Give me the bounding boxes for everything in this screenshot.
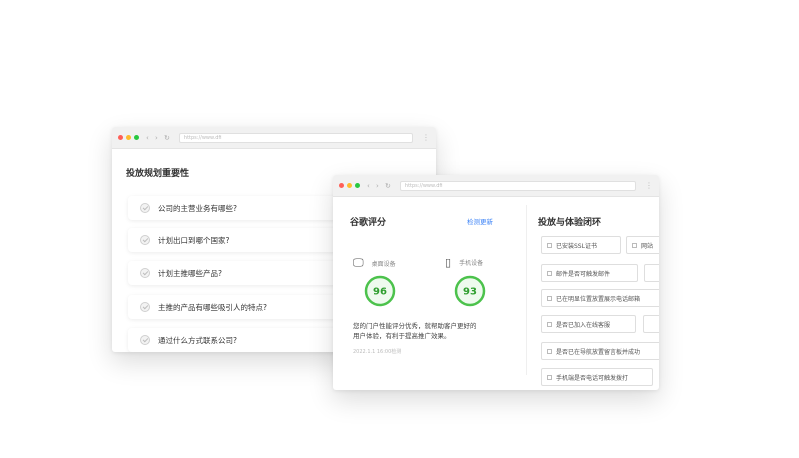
question-label: 主推的产品有哪些吸引人的特点?	[158, 302, 267, 312]
checklist-item[interactable]: 是否已加入在线客服	[541, 315, 636, 333]
mobile-icon: ▯	[445, 256, 452, 269]
question-label: 公司的主营业务有哪些?	[158, 203, 237, 213]
checklist-label: 邮件是否可触发邮件	[556, 270, 611, 278]
question-label: 计划出口到哪个国家?	[158, 235, 230, 245]
checklist-item-partial[interactable]	[644, 264, 659, 282]
check-circle-icon	[140, 335, 150, 345]
close-dot-icon[interactable]	[118, 135, 123, 140]
mobile-label: 手机设备	[459, 260, 484, 267]
nav-arrows-icon[interactable]: ‹ › ↻	[367, 182, 393, 190]
desktop-label: 桌面设备	[371, 260, 396, 268]
checkbox-icon[interactable]	[547, 270, 552, 276]
nav-arrows-icon[interactable]: ‹ › ↻	[146, 134, 172, 142]
desktop-icon: 🖵	[353, 256, 364, 269]
maximize-dot-icon[interactable]	[355, 183, 360, 188]
planning-title: 投放规划重要性	[126, 169, 190, 179]
desktop-score-gauge: 96	[364, 275, 396, 307]
checklist-item[interactable]: 网站	[626, 236, 659, 254]
mobile-device: ▯ 手机设备	[445, 256, 483, 269]
check-circle-icon	[140, 203, 150, 213]
checklist-item[interactable]: 邮件是否可触发邮件	[541, 264, 638, 282]
maximize-dot-icon[interactable]	[134, 135, 139, 140]
address-bar[interactable]: https://www.dfi	[399, 180, 636, 191]
check-circle-icon	[140, 302, 150, 312]
desktop-device: 🖵 桌面设备	[353, 256, 396, 270]
browser-window-score: ‹ › ↻ https://www.dfi ⋮ 谷歌评分 检测更新 🖵 桌面设备…	[333, 175, 659, 390]
minimize-dot-icon[interactable]	[347, 183, 352, 188]
checklist-label: 是否已在导航放置留言板并成功	[556, 348, 641, 356]
checklist-item[interactable]: 是否已在导航放置留言板并成功	[541, 342, 659, 360]
google-score-title: 谷歌评分	[350, 218, 387, 228]
checklist-label: 已安装SSL证书	[556, 242, 597, 250]
question-label: 计划主推哪些产品?	[158, 268, 222, 278]
checklist-item[interactable]: 已在明显位置放置展示电话邮箱	[541, 289, 659, 307]
minimize-dot-icon[interactable]	[126, 135, 131, 140]
browser-toolbar: ‹ › ↻ https://www.dfi ⋮	[112, 127, 436, 149]
mobile-score-gauge: 93	[454, 275, 486, 307]
column-divider	[526, 205, 527, 375]
question-label: 通过什么方式联系公司?	[158, 335, 237, 345]
menu-icon[interactable]: ⋮	[422, 133, 430, 142]
close-dot-icon[interactable]	[339, 183, 344, 188]
checkbox-icon[interactable]	[547, 295, 552, 301]
description-line: 用户体验，有利于提高推广效果。	[353, 332, 451, 340]
closed-loop-title: 投放与体验闭环	[538, 218, 602, 228]
checklist-label: 网站	[641, 242, 654, 250]
check-circle-icon	[140, 268, 150, 278]
menu-icon[interactable]: ⋮	[645, 181, 653, 190]
mobile-score-value: 93	[463, 287, 477, 298]
checklist-item-partial[interactable]	[643, 315, 659, 333]
checklist-label: 手机端是否电话可触发拨打	[556, 374, 629, 382]
checkbox-icon[interactable]	[632, 242, 637, 248]
browser-toolbar: ‹ › ↻ https://www.dfi ⋮	[333, 175, 659, 197]
address-bar[interactable]: https://www.dfi	[178, 132, 413, 143]
description-line: 您的门户性能评分优秀，就帮助客户更好的	[353, 322, 477, 330]
check-circle-icon	[140, 235, 150, 245]
checklist-item[interactable]: 手机端是否电话可触发拨打	[541, 368, 653, 386]
score-description: 您的门户性能评分优秀，就帮助客户更好的 用户体验，有利于提高推广效果。	[353, 321, 503, 341]
checklist-item[interactable]: 已安装SSL证书	[541, 236, 621, 254]
checklist-label: 是否已加入在线客服	[556, 321, 611, 329]
checklist-label: 已在明显位置放置展示电话邮箱	[556, 295, 641, 303]
checkbox-icon[interactable]	[547, 374, 552, 380]
checkbox-icon[interactable]	[547, 242, 552, 248]
checkbox-icon[interactable]	[547, 348, 552, 354]
checkbox-icon[interactable]	[547, 321, 552, 327]
check-date: 2022.1.1 16:00检测	[353, 349, 402, 355]
desktop-score-value: 96	[373, 287, 387, 298]
recheck-link[interactable]: 检测更新	[467, 216, 493, 226]
